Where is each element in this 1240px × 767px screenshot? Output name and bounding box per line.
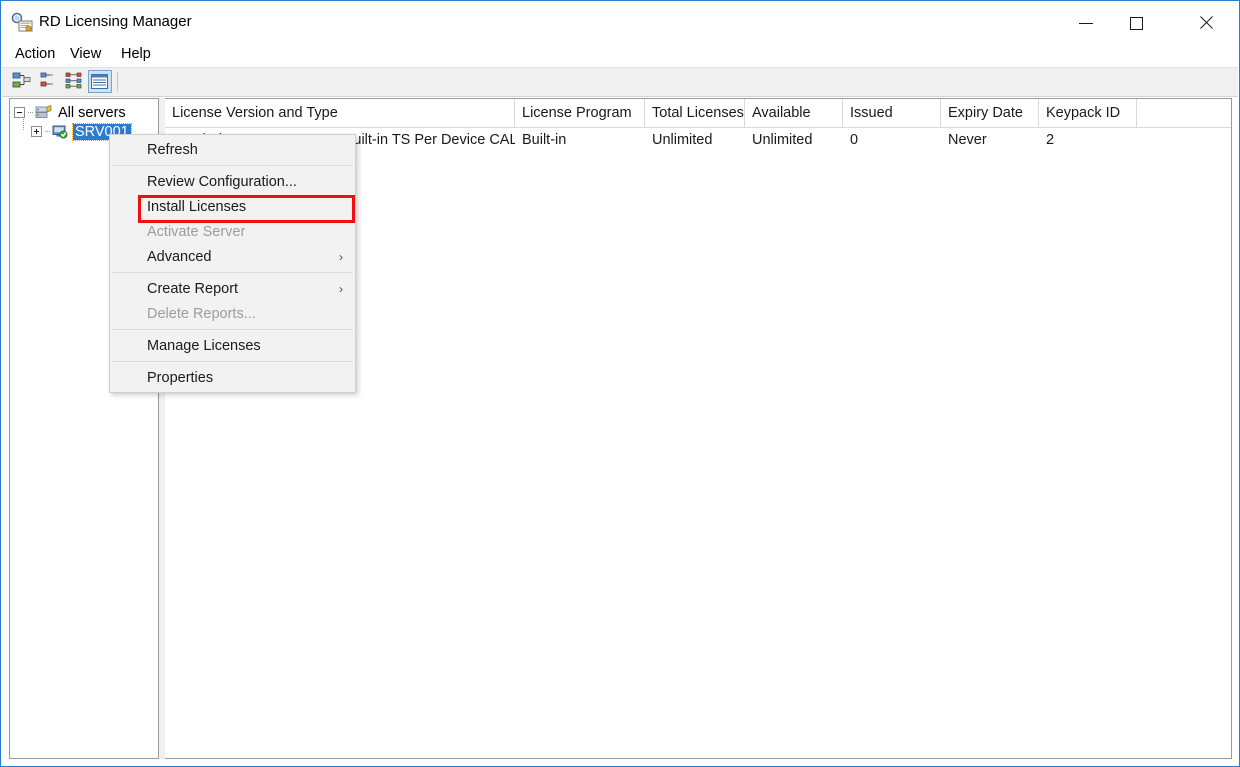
- column-header-issued[interactable]: Issued: [843, 99, 941, 127]
- context-menu-separator: [112, 272, 353, 273]
- menu-action[interactable]: Action: [11, 46, 59, 62]
- cell-available: Unlimited: [752, 132, 813, 148]
- tree-node-all-servers[interactable]: All servers: [14, 103, 128, 122]
- cell-keypack-id: 2: [1046, 132, 1055, 148]
- context-menu-item-advanced-label: Advanced: [147, 248, 212, 265]
- maximize-icon: [1129, 16, 1143, 30]
- toolbar-separator: [117, 72, 118, 91]
- chevron-right-icon: ›: [339, 281, 343, 296]
- expand-icon-srv001[interactable]: [31, 126, 42, 137]
- context-menu-separator: [112, 329, 353, 330]
- collapse-icon-all-servers[interactable]: [14, 107, 25, 118]
- context-menu-item-manage-licenses[interactable]: Manage Licenses: [110, 333, 355, 358]
- context-menu-separator: [112, 165, 353, 166]
- tree-connector-dots: [28, 112, 33, 113]
- context-menu-item-advanced[interactable]: Advanced ›: [110, 244, 355, 269]
- all-servers-icon: [35, 104, 52, 120]
- title-bar: RD Licensing Manager: [1, 1, 1239, 44]
- close-icon: [1198, 15, 1214, 31]
- minimize-icon: [1079, 22, 1093, 24]
- context-menu-item-properties[interactable]: Properties: [110, 365, 355, 390]
- maximize-button[interactable]: [1113, 8, 1159, 38]
- column-header-expiry-date[interactable]: Expiry Date: [941, 99, 1039, 127]
- tree-label-all-servers: All servers: [58, 104, 126, 121]
- application-window: RD Licensing Manager Action View Help Al…: [0, 0, 1240, 767]
- column-header-license-program[interactable]: License Program: [515, 99, 645, 127]
- cell-expiry-date: Never: [948, 132, 987, 148]
- context-menu-separator: [112, 361, 353, 362]
- window-title: RD Licensing Manager: [39, 13, 192, 30]
- context-menu-item-create-report[interactable]: Create Report ›: [110, 276, 355, 301]
- detail-list-view-icon[interactable]: [88, 70, 112, 93]
- chevron-right-icon: ›: [339, 249, 343, 264]
- column-header-spacer[interactable]: [1137, 99, 1231, 127]
- context-menu-item-install-licenses[interactable]: Install Licenses: [110, 194, 355, 219]
- context-menu: Refresh Review Configuration... Install …: [109, 134, 356, 393]
- context-menu-item-refresh[interactable]: Refresh: [110, 137, 355, 162]
- tree-connector-dots: [45, 131, 50, 132]
- rd-licensing-icon: [10, 12, 34, 34]
- show-hide-action-pane-icon[interactable]: [38, 70, 62, 93]
- cell-total-licenses: Unlimited: [652, 132, 713, 148]
- context-menu-item-delete-reports: Delete Reports...: [147, 305, 256, 322]
- column-header-total-licenses[interactable]: Total Licenses: [645, 99, 745, 127]
- menu-bar: Action View Help: [2, 44, 1238, 67]
- show-hide-console-tree-icon[interactable]: [11, 70, 35, 93]
- close-button[interactable]: [1183, 8, 1229, 38]
- cell-issued: 0: [850, 132, 859, 148]
- context-menu-item-create-report-label: Create Report: [147, 280, 239, 297]
- column-header-available[interactable]: Available: [745, 99, 843, 127]
- minimize-button[interactable]: [1063, 8, 1109, 38]
- menu-help[interactable]: Help: [117, 46, 155, 62]
- show-hide-tree-detail-icon[interactable]: [64, 70, 88, 93]
- list-column-header: License Version and Type License Program…: [165, 99, 1231, 128]
- toolbar: [2, 67, 1238, 97]
- column-header-license-version-and-type[interactable]: License Version and Type: [165, 99, 515, 127]
- context-menu-item-activate-server: Activate Server: [147, 223, 246, 240]
- menu-view[interactable]: View: [66, 46, 105, 62]
- license-server-ok-icon: [52, 124, 69, 139]
- column-header-keypack-id[interactable]: Keypack ID: [1039, 99, 1137, 127]
- cell-license-program: Built-in: [522, 132, 567, 148]
- context-menu-item-review-configuration[interactable]: Review Configuration...: [110, 169, 355, 194]
